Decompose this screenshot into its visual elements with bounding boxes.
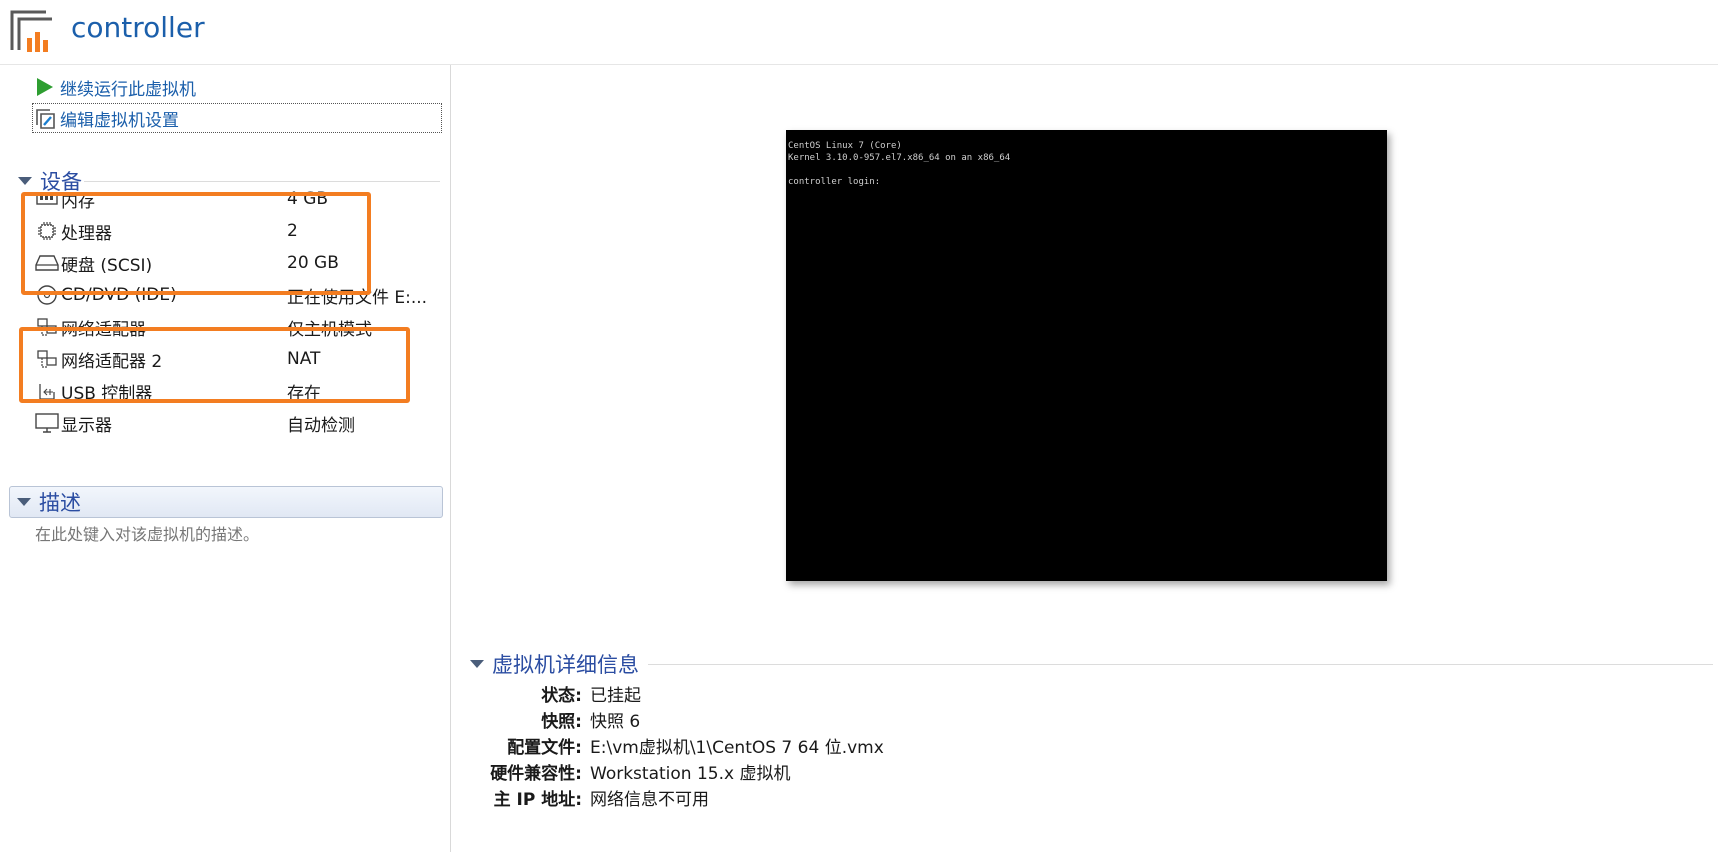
play-icon: [33, 75, 57, 99]
detail-value: Workstation 15.x 虚拟机: [590, 763, 791, 784]
vm-title: controller: [71, 11, 205, 44]
device-value: 存在: [287, 383, 321, 404]
edit-vm-settings-button[interactable]: 编辑虚拟机设置: [32, 103, 442, 133]
detail-value: 网络信息不可用: [590, 789, 709, 810]
memory-icon: [35, 187, 59, 211]
vm-detail-row-hardware-compat: 硬件兼容性: Workstation 15.x 虚拟机: [472, 758, 790, 784]
device-name: USB 控制器: [61, 383, 153, 404]
processor-icon: [35, 219, 59, 243]
vmware-vm-icon: [10, 10, 54, 54]
device-value: 正在使用文件 E:...: [287, 287, 427, 308]
collapse-triangle-icon: [18, 177, 32, 185]
description-section-header[interactable]: 描述: [9, 486, 443, 518]
edit-vm-settings-label: 编辑虚拟机设置: [60, 110, 179, 131]
edit-settings-icon: [33, 106, 57, 130]
resume-vm-label: 继续运行此虚拟机: [60, 79, 196, 100]
left-panel: 继续运行此虚拟机 编辑虚拟机设置 设备 内存 4 GB 处理器 2 硬盘 (SC…: [0, 65, 451, 852]
vm-detail-row-snapshot: 快照: 快照 6: [472, 706, 640, 732]
device-value: 仅主机模式: [287, 319, 372, 340]
device-value: 20 GB: [287, 253, 339, 273]
device-value: NAT: [287, 349, 321, 369]
detail-label: 主 IP 地址:: [493, 789, 582, 810]
device-value: 自动检测: [287, 415, 355, 436]
console-line: controller login:: [788, 177, 881, 187]
detail-label: 状态:: [541, 685, 582, 706]
device-value: 4 GB: [287, 189, 329, 209]
detail-value: 快照 6: [590, 711, 641, 732]
description-text[interactable]: 在此处键入对该虚拟机的描述。: [35, 521, 259, 545]
console-line: Kernel 3.10.0-957.el7.x86_64 on an x86_6…: [788, 153, 1011, 163]
description-section-toggle[interactable]: 描述: [17, 490, 81, 515]
collapse-triangle-icon: [470, 660, 484, 668]
device-name: 网络适配器 2: [61, 351, 163, 372]
network-adapter-icon: [35, 315, 59, 339]
header: controller: [0, 0, 1718, 65]
device-row-network-adapter[interactable]: 网络适配器 仅主机模式: [35, 313, 435, 341]
device-name: 网络适配器: [61, 319, 146, 340]
description-section-title: 描述: [39, 491, 81, 515]
collapse-triangle-icon: [17, 498, 31, 506]
device-name: CD/DVD (IDE): [61, 285, 177, 305]
cd-dvd-icon: [35, 283, 59, 307]
resume-vm-button[interactable]: 继续运行此虚拟机: [33, 73, 196, 101]
device-value: 2: [287, 221, 298, 241]
device-name: 硬盘 (SCSI): [61, 255, 153, 276]
device-row-processor[interactable]: 处理器 2: [35, 217, 435, 245]
vm-detail-row-ip-address: 主 IP 地址: 网络信息不可用: [472, 784, 709, 810]
detail-label: 快照:: [541, 711, 582, 732]
section-divider: [84, 181, 440, 182]
vm-details-section-toggle[interactable]: 虚拟机详细信息: [470, 652, 639, 677]
device-name: 处理器: [61, 223, 112, 244]
detail-value: 已挂起: [590, 685, 641, 706]
detail-value: E:\vm虚拟机\1\CentOS 7 64 位.vmx: [590, 737, 884, 758]
section-divider: [648, 664, 1713, 665]
device-row-display[interactable]: 显示器 自动检测: [35, 409, 435, 437]
vm-details-title: 虚拟机详细信息: [492, 653, 639, 677]
device-row-memory[interactable]: 内存 4 GB: [35, 185, 435, 213]
network-adapter-icon: [35, 347, 59, 371]
vm-detail-row-config-file: 配置文件: E:\vm虚拟机\1\CentOS 7 64 位.vmx: [472, 732, 884, 758]
detail-label: 硬件兼容性:: [490, 763, 582, 784]
device-row-usb-controller[interactable]: USB 控制器 存在: [35, 377, 435, 405]
usb-icon: [35, 379, 59, 403]
device-name: 内存: [61, 191, 95, 212]
hard-disk-icon: [35, 251, 59, 275]
device-name: 显示器: [61, 415, 112, 436]
vm-detail-row-state: 状态: 已挂起: [472, 680, 641, 706]
detail-label: 配置文件:: [507, 737, 582, 758]
display-icon: [35, 411, 59, 435]
device-row-hard-disk[interactable]: 硬盘 (SCSI) 20 GB: [35, 249, 435, 277]
vm-console-screen[interactable]: CentOS Linux 7 (Core) Kernel 3.10.0-957.…: [786, 130, 1387, 581]
device-row-cd-dvd[interactable]: CD/DVD (IDE) 正在使用文件 E:...: [35, 281, 435, 309]
console-line: CentOS Linux 7 (Core): [788, 141, 902, 151]
device-row-network-adapter-2[interactable]: 网络适配器 2 NAT: [35, 345, 435, 373]
